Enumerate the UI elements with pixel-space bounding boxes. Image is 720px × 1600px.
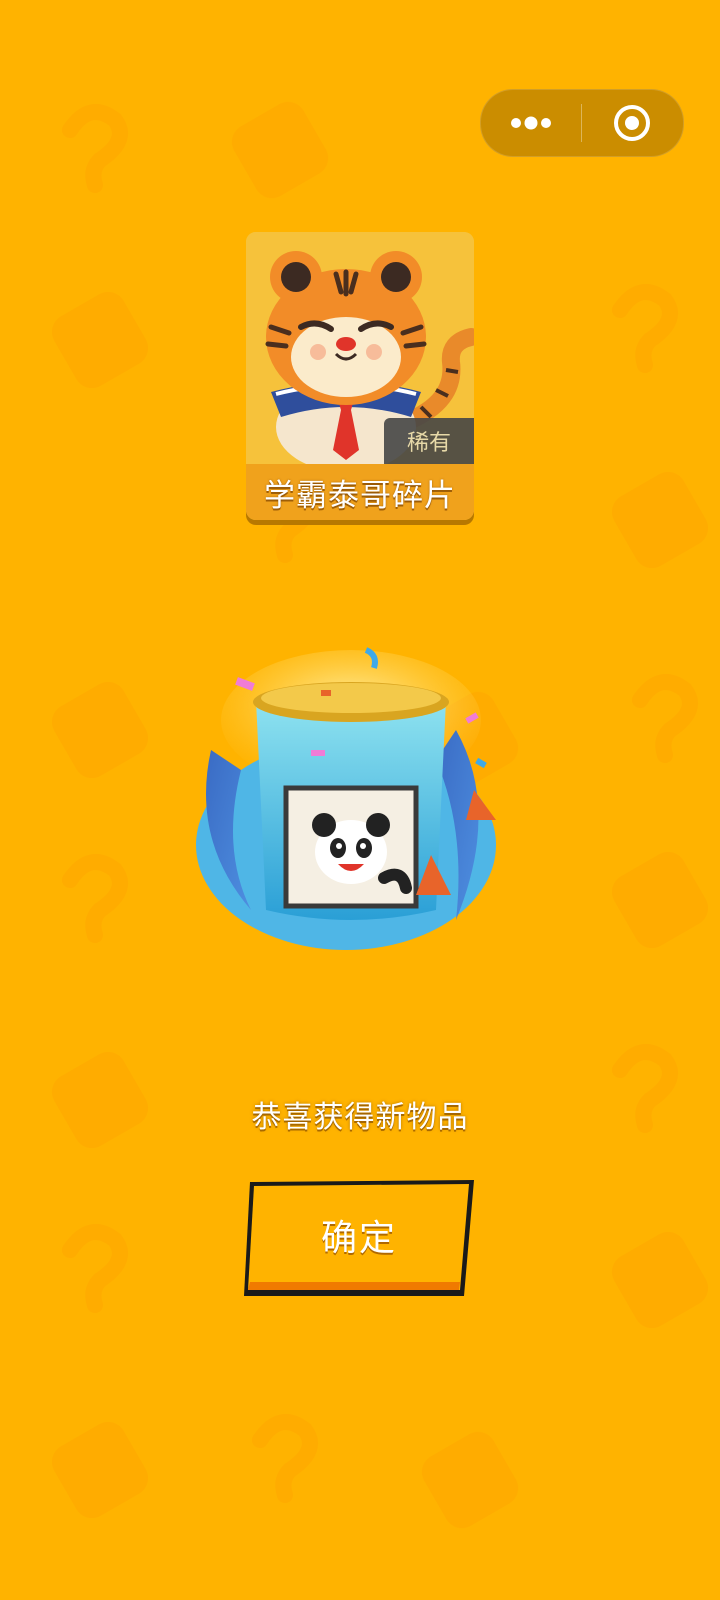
reward-name: 学霸泰哥碎片	[246, 464, 474, 520]
target-circle-icon	[614, 105, 650, 141]
confirm-button[interactable]: 确定	[242, 1178, 476, 1300]
more-dots-icon	[511, 116, 551, 130]
mini-program-capsule	[480, 89, 684, 157]
close-button[interactable]	[582, 90, 682, 156]
confirm-button-label: 确定	[320, 1218, 397, 1259]
panda-gift-box-illustration	[196, 647, 496, 950]
congrats-message: 恭喜获得新物品	[251, 1100, 469, 1135]
more-button[interactable]	[481, 90, 581, 156]
reward-card: 稀有 学霸泰哥碎片	[246, 232, 474, 520]
rarity-tag: 稀有	[384, 418, 474, 464]
